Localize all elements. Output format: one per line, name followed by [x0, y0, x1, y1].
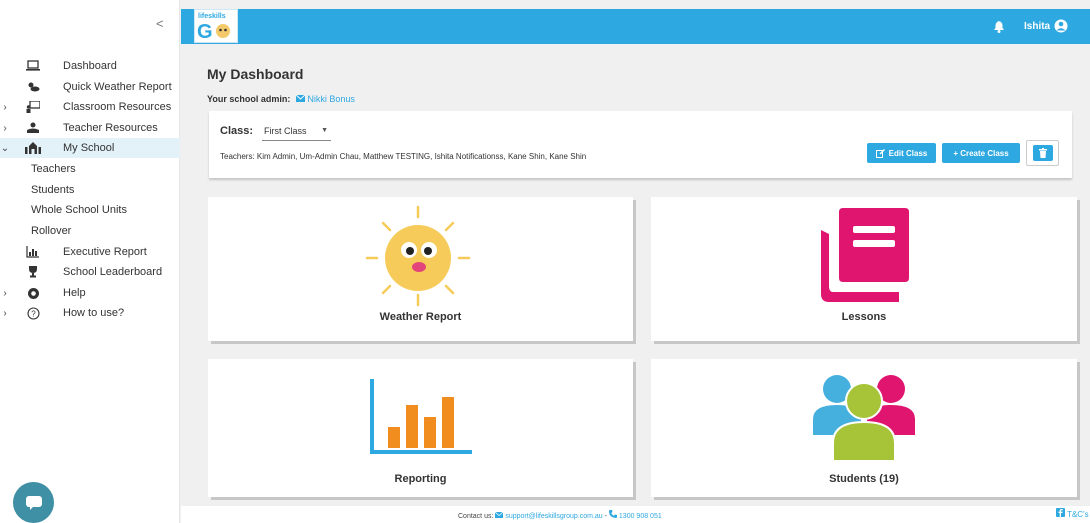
question-circle-icon: ? [22, 305, 44, 321]
sidebar-item-help[interactable]: › Help [0, 283, 180, 303]
create-class-label: + Create Class [953, 148, 1009, 158]
trophy-icon [22, 264, 44, 280]
contact-label: Contact us: [458, 513, 494, 520]
phone-icon [608, 510, 617, 518]
school-admin-line: Your school admin: Nikki Bonus [207, 94, 355, 104]
facebook-icon [1056, 508, 1065, 517]
lifeskills-go-logo[interactable]: lifeskills G [194, 9, 238, 43]
top-bar: lifeskills G Ishita [181, 9, 1090, 44]
sidebar: < Dashboard Quick Weather Report › Class… [0, 0, 180, 523]
sidebar-item-label: My School [63, 142, 115, 154]
envelope-icon [495, 511, 504, 518]
sidebar-item-classroom-resources[interactable]: › Classroom Resources [0, 97, 180, 117]
edit-class-label: Edit Class [888, 148, 928, 158]
lessons-title: Lessons [841, 311, 887, 323]
students-tile[interactable]: Students (19) [651, 359, 1077, 497]
reporting-tile[interactable]: Reporting [208, 359, 633, 497]
chat-button[interactable] [13, 482, 54, 523]
contact-line: Contact us: support@lifeskillsgroup.com.… [458, 510, 662, 520]
weather-icon [22, 79, 44, 95]
terms-link[interactable]: T&C's [1056, 508, 1089, 519]
school-admin-label: Your school admin: [207, 94, 291, 104]
laptop-icon [22, 58, 44, 74]
envelope-icon [295, 94, 306, 102]
teacher-icon [22, 120, 44, 136]
sidebar-item-label: How to use? [63, 307, 125, 319]
sidebar-item-label: Help [63, 287, 86, 299]
school-icon [22, 140, 44, 156]
sidebar-subitem-teachers[interactable]: Teachers [31, 163, 76, 175]
sidebar-item-quick-weather-report[interactable]: Quick Weather Report [0, 77, 180, 97]
user-circle-icon[interactable] [1054, 19, 1068, 38]
support-phone-link[interactable]: 1300 908 051 [619, 513, 662, 520]
sidebar-item-label: Teacher Resources [63, 122, 158, 134]
sidebar-item-my-school[interactable]: ⌄ My School [0, 138, 180, 158]
school-admin-name: Nikki Bonus [307, 94, 355, 104]
delete-class-button[interactable] [1026, 140, 1059, 166]
class-selected-value: First Class [264, 126, 307, 136]
notification-bell-icon[interactable] [994, 20, 1004, 38]
class-label: Class: [220, 125, 254, 137]
sidebar-item-teacher-resources[interactable]: › Teacher Resources [0, 118, 180, 138]
edit-icon [875, 148, 885, 158]
bar-chart-icon [22, 244, 44, 260]
sidebar-collapse-button[interactable]: < [156, 16, 164, 31]
edit-class-button[interactable]: Edit Class [867, 143, 936, 163]
sidebar-item-school-leaderboard[interactable]: School Leaderboard [0, 262, 180, 282]
chevron-right-icon: › [3, 122, 7, 134]
weather-report-tile[interactable]: Weather Report [208, 197, 633, 341]
weather-report-title: Weather Report [379, 311, 462, 323]
terms-label: T&C's [1067, 510, 1089, 519]
chat-bubble-icon [25, 495, 42, 510]
chevron-right-icon: › [3, 307, 7, 319]
sidebar-subitem-whole-school-units[interactable]: Whole School Units [31, 204, 127, 216]
sidebar-item-label: Executive Report [63, 246, 147, 258]
sidebar-item-how-to-use[interactable]: › ? How to use? [0, 303, 180, 323]
sidebar-subitem-rollover[interactable]: Rollover [31, 225, 71, 237]
school-admin-link[interactable]: Nikki Bonus [295, 94, 355, 104]
reporting-chart-icon [370, 379, 472, 454]
user-name[interactable]: Ishita [1024, 21, 1050, 32]
svg-text:G: G [197, 21, 213, 42]
page-title: My Dashboard [207, 66, 304, 82]
class-card: Class: First Class ▼ Teachers: Kim Admin… [209, 111, 1072, 178]
lessons-tile[interactable]: Lessons [651, 197, 1077, 341]
sidebar-item-label: School Leaderboard [63, 266, 163, 278]
sidebar-item-label: Quick Weather Report [63, 81, 172, 93]
footer: Contact us: support@lifeskillsgroup.com.… [181, 506, 1090, 523]
sidebar-item-label: Dashboard [63, 60, 117, 72]
sidebar-item-dashboard[interactable]: Dashboard [0, 56, 180, 76]
classroom-icon [22, 99, 44, 115]
lifebuoy-icon [22, 285, 44, 301]
students-title: Students (19) [829, 473, 899, 485]
support-email-link[interactable]: support@lifeskillsgroup.com.au [505, 513, 602, 520]
sidebar-item-executive-report[interactable]: Executive Report [0, 242, 180, 262]
sun-mascot-icon [365, 205, 471, 307]
book-icon [821, 208, 909, 302]
reporting-title: Reporting [394, 473, 447, 485]
sidebar-item-label: Classroom Resources [63, 101, 172, 113]
trash-icon [1038, 148, 1047, 158]
class-select[interactable]: First Class ▼ [262, 123, 331, 141]
students-group-icon [813, 375, 915, 462]
sidebar-subitem-students[interactable]: Students [31, 184, 74, 196]
create-class-button[interactable]: + Create Class [942, 143, 1020, 163]
chevron-right-icon: › [3, 287, 7, 299]
contact-separator: - [604, 513, 607, 520]
dropdown-arrow-icon: ▼ [321, 127, 328, 134]
chevron-down-icon: ⌄ [0, 142, 10, 154]
chevron-right-icon: › [3, 101, 7, 113]
svg-text:?: ? [31, 309, 36, 318]
svg-text:lifeskills: lifeskills [198, 13, 226, 20]
teachers-list: Teachers: Kim Admin, Um-Admin Chau, Matt… [220, 152, 587, 161]
